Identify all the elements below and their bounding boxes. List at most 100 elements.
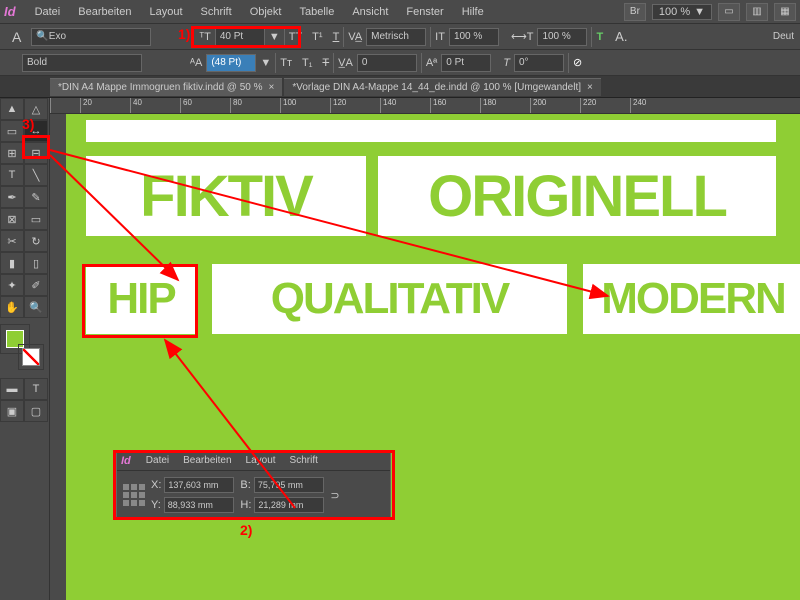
menu-objekt[interactable]: Objekt xyxy=(241,6,291,18)
subscript-icon[interactable]: T₁ xyxy=(302,57,312,69)
control-bar-2: Bold ᴬA (48 Pt) ▼ Tᴛ T₁ T V̲A 0 Aª 0 Pt … xyxy=(0,50,800,76)
menu-layout[interactable]: Layout xyxy=(140,6,191,18)
note-tool[interactable]: ✦ xyxy=(0,274,24,296)
word-hip: HIP xyxy=(107,274,174,324)
word-modern-box[interactable]: MODERN xyxy=(583,264,800,334)
tab-doc2[interactable]: *Vorlage DIN A4-Mappe 14_44_de.indd @ 10… xyxy=(284,78,601,96)
menu-fenster[interactable]: Fenster xyxy=(397,6,452,18)
w-label: B: xyxy=(240,479,250,491)
font-size-field[interactable]: 40 Pt xyxy=(215,28,265,46)
y-label: Y: xyxy=(151,499,161,511)
zoom-level[interactable]: 100 %▼ xyxy=(652,4,712,20)
hscale-field[interactable]: 100 % xyxy=(537,28,587,46)
h-field[interactable]: 21,289 mm xyxy=(254,497,324,513)
hand-tool[interactable]: ✋ xyxy=(0,296,24,318)
document-tabs: *DIN A4 Mappe Immogruen fiktiv.indd @ 50… xyxy=(0,76,800,98)
pen-tool[interactable]: ✒ xyxy=(0,186,24,208)
eyedropper-tool[interactable]: ✐ xyxy=(24,274,48,296)
menu-hilfe[interactable]: Hilfe xyxy=(453,6,493,18)
gradientfeat-tool[interactable]: ▯ xyxy=(24,252,48,274)
scissors-tool[interactable]: ✂ xyxy=(0,230,24,252)
rect-tool[interactable]: ▭ xyxy=(24,208,48,230)
mini-menu-bearbeiten[interactable]: Bearbeiten xyxy=(176,455,238,466)
superscript-icon[interactable]: T¹ xyxy=(312,31,322,43)
menu-tabelle[interactable]: Tabelle xyxy=(290,6,343,18)
workarea[interactable]: FIKTIV ORIGINELL HIP QUALITATIV MODERN I… xyxy=(50,114,800,600)
frame-tool[interactable]: ⊠ xyxy=(0,208,24,230)
char-style-t-icon[interactable]: T xyxy=(596,31,603,43)
stroke-swatch[interactable] xyxy=(18,344,44,370)
link-icon[interactable]: ⊃ xyxy=(330,489,339,502)
font-weight-field[interactable]: Bold xyxy=(22,54,142,72)
anno-label-2: 2) xyxy=(240,522,252,538)
preview-icon[interactable]: ▢ xyxy=(24,400,48,422)
underline-icon[interactable]: T xyxy=(333,31,340,43)
vscale-field[interactable]: 100 % xyxy=(449,28,499,46)
anno-label-1: 1) xyxy=(178,26,190,42)
view-mode-icon[interactable]: ▭ xyxy=(718,3,740,21)
lang-field[interactable]: Deut xyxy=(773,31,794,42)
no-style-icon[interactable]: ⊘ xyxy=(573,56,582,69)
arrange-icon[interactable]: ▦ xyxy=(774,3,796,21)
char-a-icon: A xyxy=(12,29,21,45)
leading-icon: ᴬA xyxy=(190,57,202,69)
page-canvas[interactable]: FIKTIV ORIGINELL HIP QUALITATIV MODERN I… xyxy=(66,114,800,600)
menu-ansicht[interactable]: Ansicht xyxy=(343,6,397,18)
hscale-icon: ⟷T xyxy=(511,30,534,43)
selection-tool[interactable]: ▲ xyxy=(0,98,24,120)
mini-menu-datei[interactable]: Datei xyxy=(139,455,176,466)
word-fiktiv-box[interactable]: FIKTIV xyxy=(86,156,366,236)
leading-field[interactable]: (48 Pt) xyxy=(206,54,256,72)
y-field[interactable]: 88,933 mm xyxy=(164,497,234,513)
x-field[interactable]: 137,603 mm xyxy=(164,477,234,493)
h-label: H: xyxy=(240,499,251,511)
word-originell-box[interactable]: ORIGINELL xyxy=(378,156,776,236)
toolbox: ▲△ ▭↔ ⊞⊟ T╲ ✒✎ ⊠▭ ✂↻ ▮▯ ✦✐ ✋🔍 ▬T ▣▢ xyxy=(0,98,50,600)
skew-field[interactable]: 0° xyxy=(514,54,564,72)
pencil-tool[interactable]: ✎ xyxy=(24,186,48,208)
page-tool[interactable]: ▭ xyxy=(0,120,24,142)
transform-tool[interactable]: ↻ xyxy=(24,230,48,252)
font-family-field[interactable]: 🔍 Exo xyxy=(31,28,151,46)
control-bar-1: A 🔍 Exo ᵀT 40 Pt ▼ TT T¹ T VA̲ Metrisch … xyxy=(0,24,800,50)
tracking-icon: V̲A xyxy=(338,57,353,69)
normal-view-icon[interactable]: ▣ xyxy=(0,400,24,422)
char-a-fill-icon[interactable]: A. xyxy=(615,29,627,44)
word-fiktiv: FIKTIV xyxy=(140,163,312,230)
screen-mode-icon[interactable]: ▥ xyxy=(746,3,768,21)
mini-logo: Id xyxy=(121,455,131,467)
smallcaps-icon[interactable]: Tᴛ xyxy=(280,57,292,69)
menu-schrift[interactable]: Schrift xyxy=(192,6,241,18)
mini-control-panel: Id Datei Bearbeiten Layout Schrift X:137… xyxy=(116,450,391,520)
horizontal-ruler[interactable]: 20 40 60 80 100 120 140 160 180 200 220 … xyxy=(50,98,800,114)
grid-tool[interactable]: ⊟ xyxy=(24,142,48,164)
type-tool[interactable]: T xyxy=(0,164,24,186)
bridge-button[interactable]: Br xyxy=(624,3,646,21)
close-icon[interactable]: × xyxy=(587,82,593,93)
menu-bearbeiten[interactable]: Bearbeiten xyxy=(69,6,140,18)
word-qualitativ-box[interactable]: QUALITATIV xyxy=(212,264,567,334)
close-icon[interactable]: × xyxy=(269,82,275,93)
allcaps-icon[interactable]: TT xyxy=(289,31,302,43)
word-hip-box[interactable]: HIP xyxy=(86,264,196,334)
strike-icon[interactable]: T xyxy=(322,57,329,69)
reference-point-grid[interactable] xyxy=(123,484,145,506)
kerning-field[interactable]: Metrisch xyxy=(366,28,426,46)
gradient-tool[interactable]: ▮ xyxy=(0,252,24,274)
word-originell: ORIGINELL xyxy=(428,163,726,230)
mini-menu-schrift[interactable]: Schrift xyxy=(283,455,325,466)
baseline-field[interactable]: 0 Pt xyxy=(441,54,491,72)
mini-menu-layout[interactable]: Layout xyxy=(239,455,283,466)
apply-none-icon[interactable]: T xyxy=(24,378,48,400)
apply-color-icon[interactable]: ▬ xyxy=(0,378,24,400)
w-field[interactable]: 75,795 mm xyxy=(254,477,324,493)
app-menubar: Id Datei Bearbeiten Layout Schrift Objek… xyxy=(0,0,800,24)
zoom-tool[interactable]: 🔍 xyxy=(24,296,48,318)
tracking-field[interactable]: 0 xyxy=(357,54,417,72)
app-logo: Id xyxy=(4,4,16,19)
menu-datei[interactable]: Datei xyxy=(26,6,70,18)
content-tool[interactable]: ⊞ xyxy=(0,142,24,164)
tab-doc1[interactable]: *DIN A4 Mappe Immogruen fiktiv.indd @ 50… xyxy=(50,78,282,96)
line-tool[interactable]: ╲ xyxy=(24,164,48,186)
header-bar[interactable] xyxy=(86,120,776,142)
